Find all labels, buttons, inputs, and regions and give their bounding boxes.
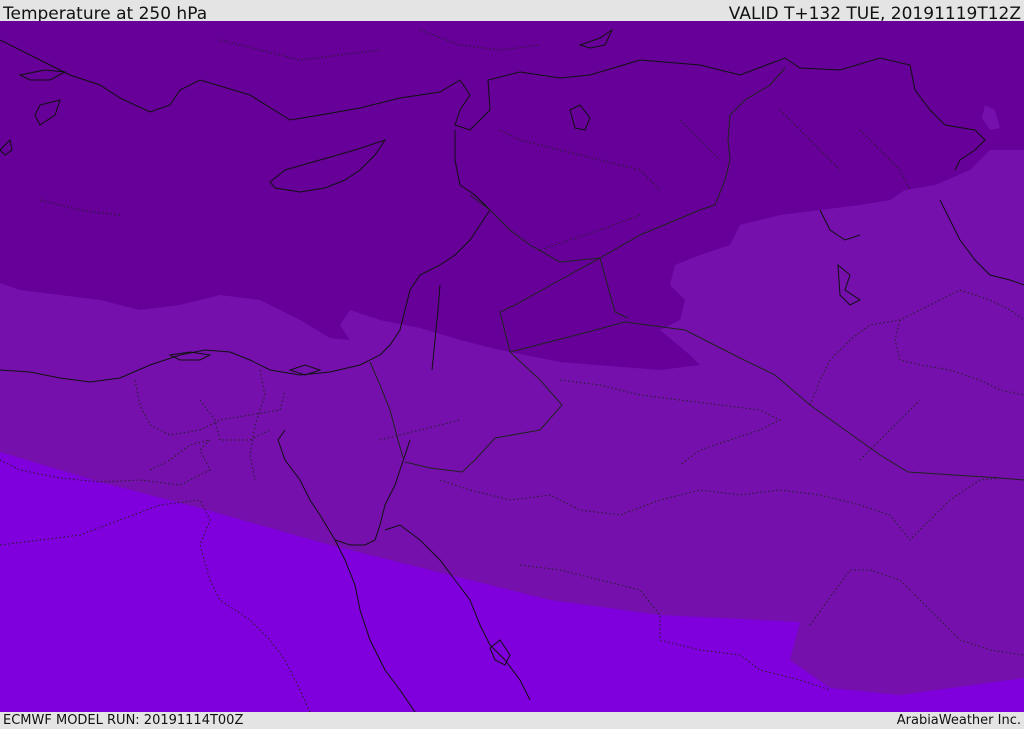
map-panel[interactable]	[0, 21, 1024, 712]
temperature-map	[0, 21, 1024, 712]
brand-label: ArabiaWeather Inc.	[896, 713, 1021, 728]
footer-bar: ECMWF MODEL RUN: 20191114T00Z ArabiaWeat…	[0, 712, 1024, 729]
model-run-label: ECMWF MODEL RUN: 20191114T00Z	[3, 713, 244, 728]
header-bar: Temperature at 250 hPa VALID T+132 TUE, …	[0, 0, 1024, 24]
